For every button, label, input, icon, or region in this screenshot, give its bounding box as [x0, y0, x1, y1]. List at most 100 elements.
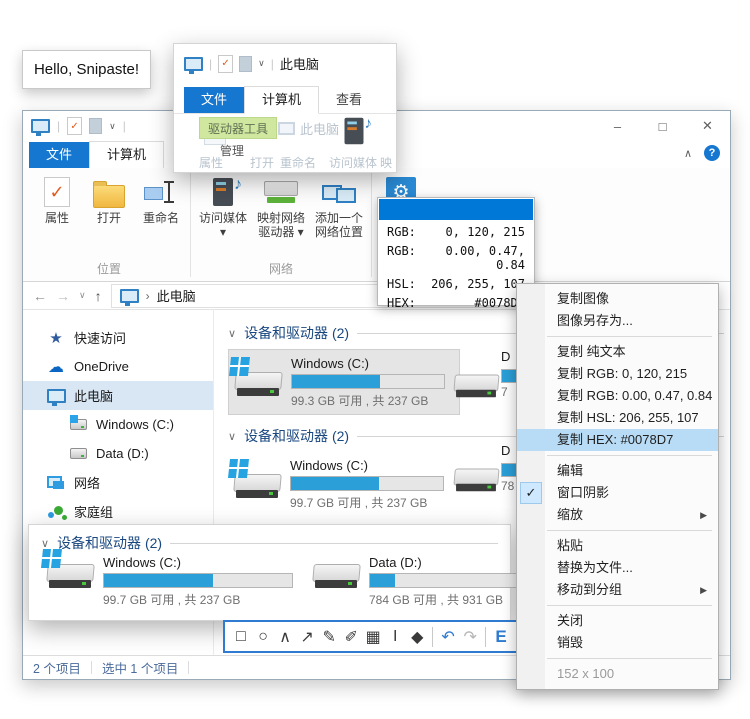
this-pc-icon — [184, 57, 203, 71]
menu-item-7[interactable]: 复制 HEX: #0078D7 — [517, 429, 718, 451]
menu-item-6[interactable]: 复制 HSL: 206, 255, 107 — [517, 407, 718, 429]
menu-item-3[interactable]: 复制 纯文本 — [517, 341, 718, 363]
minimize-button[interactable]: – — [595, 111, 640, 141]
text-tool-icon[interactable]: I — [386, 625, 404, 649]
ellipse-tool-icon[interactable]: ○ — [254, 625, 272, 649]
sidebar-item-2[interactable]: 此电脑 — [23, 381, 213, 410]
drive-tile-windows-c[interactable]: Windows (C:) 99.3 GB 可用 , 共 237 GB — [228, 349, 460, 415]
polyline-tool-icon[interactable]: ∧ — [276, 625, 294, 649]
this-pc-icon — [120, 289, 139, 303]
color-label: RGB: — [387, 244, 416, 272]
partial-tool-icon[interactable]: E — [492, 625, 510, 649]
up-button[interactable]: ↑ — [95, 288, 102, 304]
new-folder-qat-icon — [239, 56, 252, 72]
menu-item-14[interactable]: 替换为文件... — [517, 557, 718, 579]
marker-tool-icon[interactable]: ✐ — [342, 625, 360, 649]
snippet-ribbon: 驱动器工具 此电脑 ♪ 管理 属性 打开 重命名 访问媒体 映 — [174, 113, 396, 172]
menu-item-1[interactable]: 图像另存为... — [517, 310, 718, 332]
drive-plain-icon — [69, 445, 87, 463]
sidebar-item-3[interactable]: Windows (C:) — [23, 410, 213, 439]
properties-qat-icon — [218, 55, 233, 73]
rename-icon — [144, 178, 178, 206]
snippet-ribbon-tabs: 文件计算机查看 — [174, 86, 396, 114]
main-tab-0[interactable]: 文件 — [29, 142, 89, 168]
sidebar-item-label: 网络 — [74, 473, 100, 492]
sidebar-item-6[interactable]: 家庭组 — [23, 497, 213, 526]
network-computers-icon — [47, 475, 65, 491]
sidebar-item-label: 家庭组 — [74, 502, 113, 521]
mosaic-tool-icon[interactable]: ▦ — [364, 625, 382, 649]
sidebar-item-1[interactable]: ☁OneDrive — [23, 352, 213, 381]
hello-snippet[interactable]: Hello, Snipaste! — [22, 50, 151, 89]
forward-button[interactable]: → — [56, 288, 70, 304]
sidebar-item-label: 此电脑 — [74, 386, 113, 405]
add-network-location-button[interactable]: 添加一个 网络位置 — [310, 172, 368, 239]
drive-icon — [452, 460, 500, 496]
sidebar-item-4[interactable]: Data (D:) — [23, 439, 213, 468]
sidebar-item-5[interactable]: 网络 — [23, 468, 213, 497]
drive-windows-icon — [69, 416, 87, 434]
qat-dropdown-icon[interactable]: ∨ — [109, 121, 116, 132]
quick-access-star-icon: ★ — [47, 329, 65, 347]
breadcrumb[interactable]: 此电脑 — [157, 286, 196, 305]
properties-button[interactable]: 属性 — [31, 172, 83, 225]
section-header: ∨ 设备和驱动器 (2) — [41, 533, 504, 553]
onedrive-cloud-icon: ☁ — [47, 358, 65, 376]
access-media-button[interactable]: ♪ 访问媒体 ▾ — [194, 172, 252, 239]
map-network-drive-button[interactable]: 映射网络 驱动器 ▾ — [252, 172, 310, 239]
help-icon[interactable]: ? — [704, 145, 720, 161]
properties-qat-icon[interactable] — [67, 117, 82, 135]
history-dropdown-icon[interactable]: ∨ — [79, 290, 86, 301]
menu-item-13[interactable]: 粘贴 — [517, 535, 718, 557]
rename-button[interactable]: 重命名 — [135, 172, 187, 225]
submenu-arrow-icon: ▶ — [700, 504, 707, 526]
undo-icon[interactable]: ↶ — [439, 625, 457, 649]
color-label: RGB: — [387, 225, 416, 239]
color-value-row-1: RGB:0.00, 0.47, 0.84 — [378, 241, 534, 274]
network-location-icon — [322, 175, 356, 209]
back-button[interactable]: ← — [33, 288, 47, 304]
sidebar-item-0[interactable]: ★快速访问 — [23, 323, 213, 352]
context-menu: 复制图像图像另存为...复制 纯文本复制 RGB: 0, 120, 215复制 … — [516, 283, 719, 690]
ribbon-group-network: ♪ 访问媒体 ▾ 映射网络 驱动器 ▾ 添加一个 网络位置 网络 — [192, 168, 370, 281]
selected-count: 选中 1 个项目 — [102, 658, 178, 677]
color-value: 0.00, 0.47, 0.84 — [416, 244, 525, 272]
close-button[interactable]: ✕ — [685, 111, 730, 141]
redo-icon[interactable]: ↷ — [461, 625, 479, 649]
pencil-tool-icon[interactable]: ✎ — [320, 625, 338, 649]
arrow-tool-icon[interactable]: ↗ — [298, 625, 316, 649]
pinned-snippet-top[interactable]: | ∨ | 此电脑 文件计算机查看 驱动器工具 此电脑 ♪ 管理 属性 打开 重… — [173, 43, 397, 173]
collapse-ribbon-icon[interactable]: ∧ — [684, 147, 692, 160]
drive-tile-windows-c[interactable]: Windows (C:) 99.7 GB 可用 , 共 237 GB — [228, 451, 460, 517]
color-value: #0078D7 — [416, 296, 525, 310]
pinned-snippet-bottom[interactable]: ∨ 设备和驱动器 (2) Windows (C:) 99.7 GB 可用 , 共… — [28, 524, 511, 621]
drive-tile-windows-c: Windows (C:) 99.7 GB 可用 , 共 237 GB — [45, 555, 293, 608]
menu-item-5[interactable]: 复制 RGB: 0.00, 0.47, 0.84 — [517, 385, 718, 407]
menu-item-15[interactable]: 移动到分组▶ — [517, 579, 718, 601]
main-tab-1[interactable]: 计算机 — [89, 141, 164, 169]
snippet-tab-0[interactable]: 文件 — [184, 87, 244, 113]
menu-item-0[interactable]: 复制图像 — [517, 288, 718, 310]
eraser-tool-icon[interactable]: ◆ — [408, 625, 426, 649]
capacity-bar — [369, 573, 529, 588]
this-pc-monitor-icon — [47, 387, 65, 405]
open-button[interactable]: 打开 — [83, 172, 135, 225]
windows-logo-icon — [228, 459, 249, 478]
media-server-icon: ♪ — [213, 178, 233, 206]
homegroup-icon — [47, 504, 65, 520]
drive-icon — [232, 465, 282, 503]
menu-item-18[interactable]: 销毁 — [517, 632, 718, 654]
snippet-tab-1[interactable]: 计算机 — [244, 86, 319, 114]
maximize-button[interactable]: □ — [640, 111, 685, 141]
rectangle-tool-icon[interactable]: □ — [232, 625, 250, 649]
snippet-tab-2[interactable]: 查看 — [319, 87, 379, 113]
chevron-down-icon: ∨ — [228, 430, 236, 443]
menu-item-9[interactable]: 编辑 — [517, 460, 718, 482]
menu-item-10[interactable]: 窗口阴影✓ — [517, 482, 718, 504]
new-folder-qat-icon[interactable] — [89, 118, 102, 134]
menu-item-4[interactable]: 复制 RGB: 0, 120, 215 — [517, 363, 718, 385]
menu-item-11[interactable]: 缩放▶ — [517, 504, 718, 526]
snipaste-toolbar: □○∧↗✎✐▦I◆ ↶↷ E — [223, 620, 519, 653]
this-pc-ghost-tab: 此电脑 — [278, 119, 339, 138]
menu-item-17[interactable]: 关闭 — [517, 610, 718, 632]
